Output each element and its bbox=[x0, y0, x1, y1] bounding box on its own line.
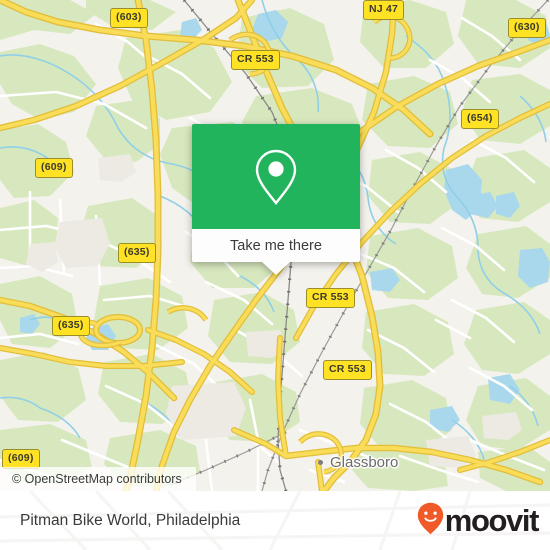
place-label: Glassboro bbox=[330, 454, 399, 471]
road-shield: (609) bbox=[2, 449, 40, 469]
road-shield: (635) bbox=[52, 316, 90, 336]
popup-header bbox=[192, 124, 360, 229]
map-canvas[interactable]: (603) NJ 47 (630) CR 553 (654) (609) (635) CR 5… bbox=[0, 0, 550, 491]
road-shield: (603) bbox=[110, 8, 148, 28]
road-shield: (635) bbox=[118, 243, 156, 263]
moovit-smiley-pin-icon bbox=[417, 502, 444, 540]
place-title-text: Pitman Bike World, Philadelphia bbox=[20, 511, 241, 529]
take-me-there-label: Take me there bbox=[230, 237, 322, 254]
road-shield: CR 553 bbox=[323, 360, 372, 380]
road-shield: CR 553 bbox=[231, 50, 280, 70]
osm-attribution[interactable]: © OpenStreetMap contributors bbox=[0, 467, 196, 491]
moovit-brand[interactable]: moovit bbox=[417, 491, 540, 550]
map-screenshot-root: (603) NJ 47 (630) CR 553 (654) (609) (635) CR 5… bbox=[0, 0, 550, 550]
road-shield: (630) bbox=[508, 18, 546, 38]
take-me-there-button[interactable]: Take me there bbox=[192, 229, 360, 262]
place-marker-dot bbox=[318, 460, 323, 465]
location-pin-icon bbox=[253, 148, 299, 206]
road-shield: (609) bbox=[35, 158, 73, 178]
page-footer: Pitman Bike World, Philadelphia moovit bbox=[0, 491, 550, 550]
moovit-wordmark: moovit bbox=[444, 503, 540, 538]
place-title: Pitman Bike World, Philadelphia bbox=[20, 491, 240, 550]
road-shield: CR 553 bbox=[306, 288, 355, 308]
road-shield: NJ 47 bbox=[363, 0, 405, 20]
popup-pointer-tail bbox=[262, 262, 290, 275]
road-shield: (654) bbox=[461, 109, 499, 129]
osm-attribution-text: © OpenStreetMap contributors bbox=[12, 472, 182, 486]
location-popup-card[interactable]: Take me there bbox=[192, 124, 360, 275]
